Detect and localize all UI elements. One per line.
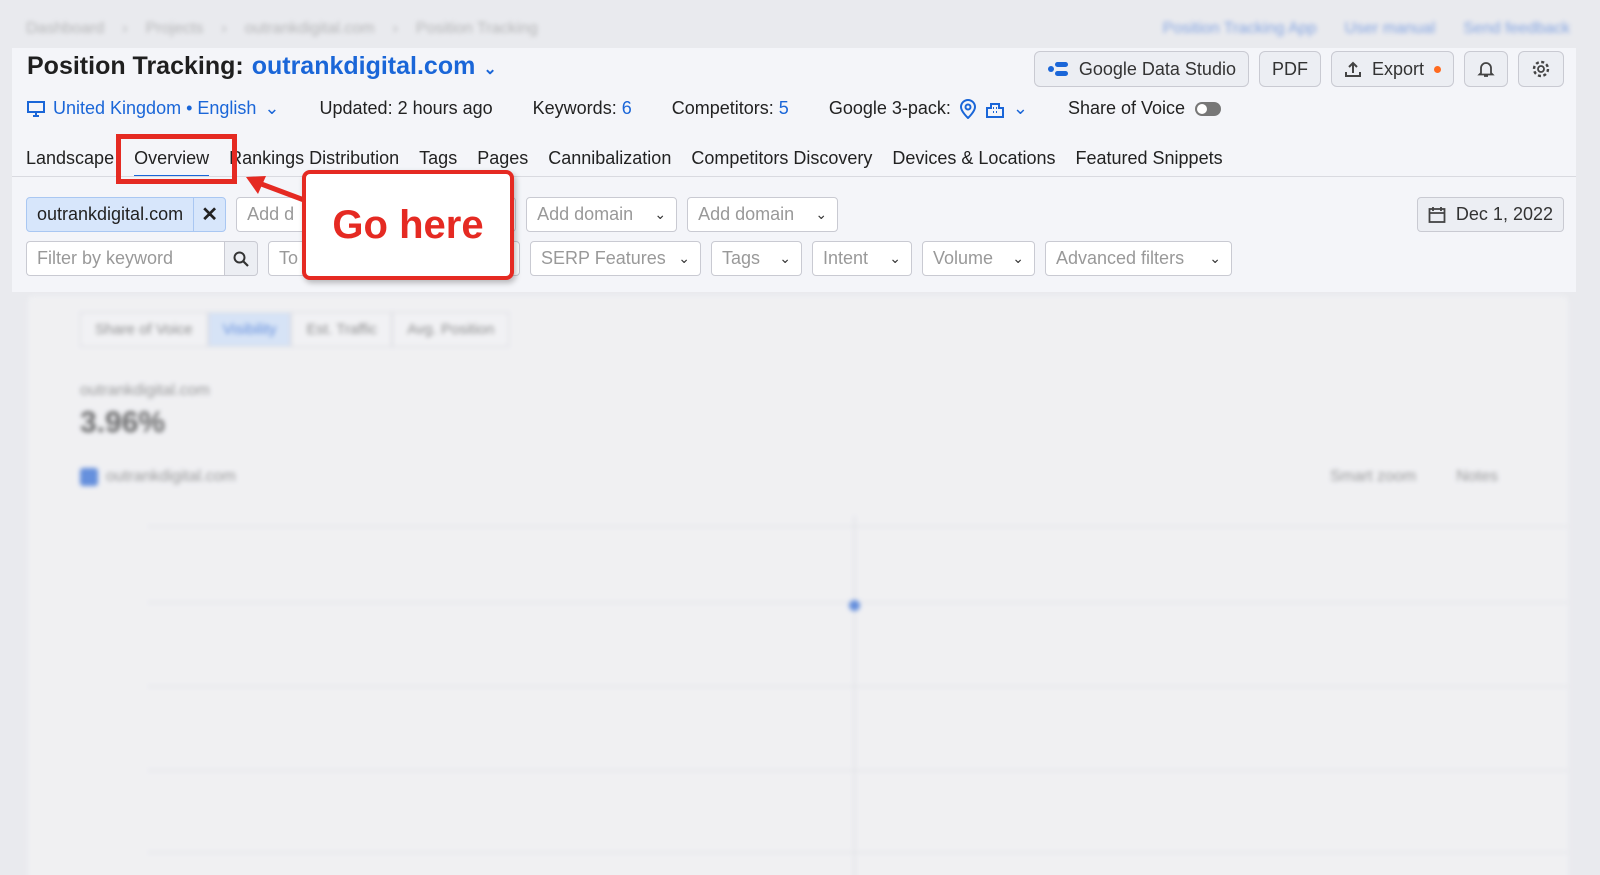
chevron-down-icon: ⌄ (815, 206, 828, 222)
tab-featured-snippets[interactable]: Featured Snippets (1075, 148, 1222, 177)
chart-value: 3.96% (80, 406, 166, 439)
advanced-filters-dropdown[interactable]: Advanced filters ⌄ (1045, 241, 1232, 276)
chevron-down-icon: ⌄ (654, 206, 667, 222)
export-button[interactable]: Export (1330, 51, 1454, 87)
competitors-link[interactable]: 5 (779, 98, 789, 118)
grid-line (148, 770, 1568, 771)
chart-controls: Smart zoom Notes (1330, 468, 1498, 486)
current-date-line (854, 516, 855, 875)
breadcrumb-item[interactable]: Projects (146, 20, 204, 38)
share-of-voice-toggle[interactable]: Share of Voice (1068, 98, 1222, 119)
manual-link[interactable]: User manual (1345, 20, 1436, 38)
highlight-box (116, 134, 237, 184)
chart-card: Share of Voice Visibility Est. Traffic A… (28, 296, 1568, 875)
chart-tab-traffic[interactable]: Est. Traffic (291, 312, 393, 347)
intent-dropdown[interactable]: Intent ⌄ (812, 241, 912, 276)
add-domain-dropdown-2[interactable]: Add domain ⌄ (526, 197, 678, 232)
serp-features-dropdown[interactable]: SERP Features ⌄ (530, 241, 701, 276)
feedback-link[interactable]: Send feedback (1463, 20, 1570, 38)
keyword-filter-input[interactable]: Filter by keyword (26, 241, 224, 276)
keyword-filters: Filter by keyword To⌄ SERP Features⌄ Tag… (26, 241, 1232, 276)
top-links: Position Tracking App User manual Send f… (1163, 20, 1570, 38)
app-link[interactable]: Position Tracking App (1163, 20, 1317, 38)
tab-devices-locations[interactable]: Devices & Locations (892, 148, 1055, 177)
notes-dropdown[interactable]: Notes (1456, 468, 1498, 486)
updated-status: Updated: 2 hours ago (319, 98, 493, 118)
google-3-pack: Google 3-pack: ⌄ (828, 98, 1028, 119)
tab-cannibalization[interactable]: Cannibalization (548, 148, 671, 177)
chevron-down-icon[interactable]: ⌄ (483, 59, 496, 79)
title-prefix: Position Tracking: (27, 52, 244, 80)
breadcrumb-item: Position Tracking (415, 20, 538, 37)
chart-point[interactable] (849, 600, 860, 611)
close-icon[interactable]: ✕ (193, 198, 225, 231)
arrow-icon (246, 176, 305, 203)
legend-label: outrankdigital.com (106, 468, 236, 485)
smart-zoom-toggle[interactable]: Smart zoom (1330, 468, 1416, 486)
pdf-button[interactable]: PDF (1258, 51, 1321, 87)
chevron-down-icon: ⌄ (1012, 250, 1024, 266)
competitors-count: Competitors: 5 (671, 98, 789, 118)
chart-domain: outrankdigital.com (80, 382, 210, 399)
domain-chip[interactable]: outrankdigital.com ✕ (26, 197, 227, 232)
grid-line (148, 686, 1568, 687)
notification-dot (1434, 65, 1441, 73)
chart-tab-visibility[interactable]: Visibility (207, 312, 292, 347)
tab-competitors-discovery[interactable]: Competitors Discovery (691, 148, 872, 177)
legend-checkbox[interactable] (80, 468, 98, 486)
chevron-down-icon[interactable]: ⌄ (1013, 98, 1028, 119)
chevron-down-icon: ⌄ (678, 250, 690, 266)
chevron-down-icon: ⌄ (889, 250, 901, 266)
tab-landscape[interactable]: Landscape (26, 148, 114, 177)
building-icon[interactable] (985, 100, 1005, 118)
callout-go-here: Go here (302, 170, 514, 280)
chart-tabs: Share of Voice Visibility Est. Traffic A… (80, 312, 510, 347)
breadcrumb-item[interactable]: outrankdigital.com (245, 20, 375, 38)
chevron-down-icon: ⌄ (264, 98, 280, 118)
keywords-count: Keywords: 6 (532, 98, 632, 118)
tags-dropdown[interactable]: Tags ⌄ (711, 241, 802, 276)
bell-icon (1477, 62, 1495, 77)
desktop-icon (27, 100, 45, 117)
add-domain-dropdown-3[interactable]: Add domain ⌄ (687, 197, 839, 232)
calendar-icon (1428, 206, 1446, 223)
google-data-studio-button[interactable]: Google Data Studio (1033, 51, 1249, 87)
project-domain-selector[interactable]: outrankdigital.com (252, 52, 476, 81)
upload-icon (1344, 61, 1361, 77)
notifications-button[interactable] (1464, 51, 1508, 87)
chevron-down-icon: ⌄ (779, 250, 791, 266)
grid-line (148, 526, 1568, 527)
chart-tab-position[interactable]: Avg. Position (392, 312, 510, 347)
data-studio-icon (1047, 62, 1068, 76)
chart-legend[interactable]: outrankdigital.com (80, 468, 236, 486)
blurred-chart-area: Share of Voice Visibility Est. Traffic A… (0, 296, 1600, 875)
volume-dropdown[interactable]: Volume ⌄ (922, 241, 1035, 276)
blurred-topbar: Dashboard › Projects › outrankdigital.com ›… (0, 0, 1600, 48)
location-language-selector[interactable]: United Kingdom • English ⌄ (27, 98, 280, 119)
search-icon (233, 251, 249, 267)
breadcrumb: Dashboard › Projects › outrankdigital.com ›… (26, 20, 538, 38)
header-actions: Google Data Studio PDF Export (1033, 51, 1564, 87)
keywords-link[interactable]: 6 (622, 98, 632, 118)
chart-tab-sov[interactable]: Share of Voice (80, 312, 208, 347)
search-button[interactable] (224, 241, 258, 276)
settings-button[interactable] (1518, 51, 1564, 87)
chevron-down-icon: ⌄ (1209, 250, 1221, 266)
project-meta: United Kingdom • English ⌄ Updated: 2 ho… (27, 98, 1222, 119)
page-title: Position Tracking: outrankdigital.com ⌄ (27, 52, 497, 81)
keyword-search: Filter by keyword (26, 241, 258, 276)
gear-icon (1532, 60, 1550, 78)
grid-line (148, 852, 1568, 853)
map-pin-icon[interactable] (959, 98, 977, 119)
breadcrumb-item[interactable]: Dashboard (26, 20, 104, 38)
date-picker[interactable]: Dec 1, 2022 (1416, 197, 1564, 232)
toggle-switch[interactable] (1195, 102, 1222, 117)
